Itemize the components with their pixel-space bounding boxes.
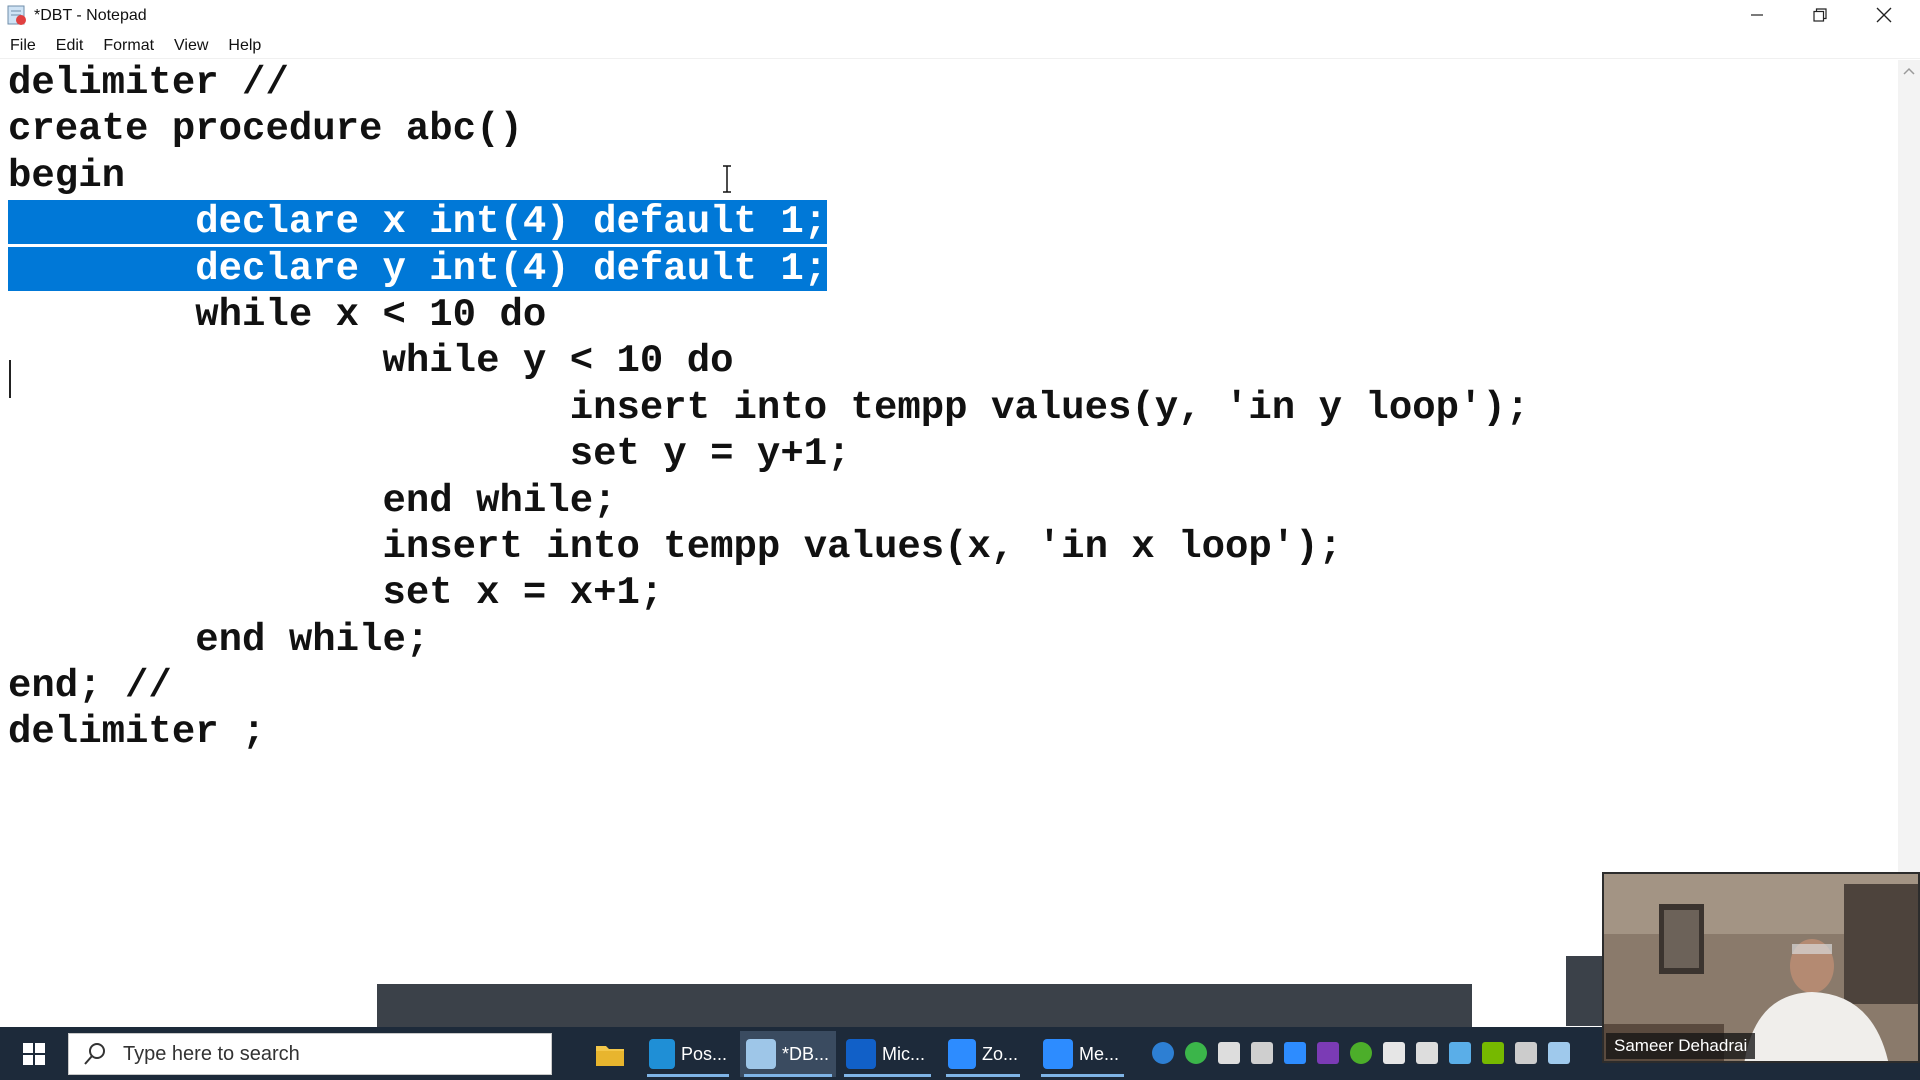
taskbar-app-label: Mic... — [882, 1043, 925, 1064]
running-indicator — [946, 1074, 1020, 1077]
code-line[interactable]: delimiter // — [8, 60, 1529, 106]
menu-bar: File Edit Format View Help — [0, 33, 1920, 59]
code-line[interactable]: declare x int(4) default 1; — [8, 199, 1529, 245]
restore-icon — [1813, 8, 1827, 22]
scroll-up-arrow-icon[interactable] — [1902, 66, 1916, 76]
running-indicator — [844, 1074, 931, 1077]
minimize-button[interactable] — [1727, 0, 1787, 30]
taskbar-app-label: Zo... — [981, 1043, 1018, 1064]
code-line-text: end while; — [8, 617, 430, 662]
zoom-icon — [948, 1039, 976, 1069]
menu-format[interactable]: Format — [103, 35, 154, 57]
nvidia-icon[interactable] — [1482, 1042, 1504, 1064]
code-line[interactable]: while x < 10 do — [8, 292, 1529, 338]
taskbar-app-zoom-meeting[interactable]: Me... — [1037, 1031, 1128, 1077]
evernote-icon[interactable] — [1350, 1042, 1372, 1064]
code-line-text: set y = y+1; — [8, 432, 851, 477]
notepad-app-icon — [7, 5, 26, 25]
participant-name-label: Sameer Dehadrai — [1606, 1033, 1756, 1059]
code-line[interactable]: end while; — [8, 617, 1529, 663]
ibeam-cursor-icon — [723, 165, 731, 193]
screen-share-toolbar-edge — [1566, 956, 1602, 1026]
search-icon — [84, 1043, 105, 1065]
taskbar-app-zoom[interactable]: Zo... — [942, 1031, 1024, 1077]
zoom-meeting-icon — [1043, 1039, 1073, 1069]
running-indicator — [1041, 1074, 1124, 1077]
onenote-icon[interactable] — [1317, 1042, 1339, 1064]
code-text[interactable]: delimiter //create procedure abc() begin … — [8, 60, 1529, 756]
edge-icon — [649, 1039, 675, 1069]
code-line[interactable]: set x = x+1; — [8, 570, 1529, 616]
code-line[interactable]: end while; — [8, 478, 1529, 524]
code-line[interactable]: insert into tempp values(x, 'in x loop')… — [8, 524, 1529, 570]
start-button[interactable] — [10, 1037, 58, 1071]
code-line[interactable]: end; // — [8, 663, 1529, 709]
restore-button[interactable] — [1790, 0, 1850, 30]
code-line-text: delimiter // — [8, 61, 289, 105]
code-line-text: end; // — [8, 664, 172, 709]
code-line-text: begin — [8, 153, 126, 198]
code-line-text: insert into tempp values(y, 'in y loop')… — [8, 385, 1530, 430]
text-caret — [9, 360, 11, 398]
code-line-text: while x < 10 do — [8, 292, 547, 337]
taskbar-search-box[interactable]: Type here to search — [68, 1033, 552, 1075]
minimize-icon — [1751, 14, 1763, 16]
code-line[interactable]: create procedure abc() — [8, 106, 1529, 152]
check-icon[interactable] — [1185, 1042, 1207, 1064]
code-line[interactable]: delimiter ; — [8, 709, 1529, 755]
selected-code-text: declare x int(4) default 1; — [8, 200, 828, 245]
webcam-video-thumbnail[interactable]: Sameer Dehadrai — [1602, 872, 1920, 1063]
code-line[interactable]: while y < 10 do — [8, 338, 1529, 384]
windows-logo-icon — [23, 1043, 45, 1065]
pen-icon[interactable] — [1548, 1042, 1570, 1064]
bluetooth-icon[interactable] — [1449, 1042, 1471, 1064]
selected-code-text: declare y int(4) default 1; — [8, 246, 828, 291]
code-line[interactable]: insert into tempp values(y, 'in y loop')… — [8, 385, 1530, 431]
running-indicator — [647, 1074, 729, 1077]
code-line[interactable]: set y = y+1; — [8, 431, 1529, 477]
taskbar-app-notepad[interactable]: *DB... — [740, 1031, 836, 1077]
menu-help[interactable]: Help — [228, 35, 261, 57]
taskbar-app-label: *DB... — [782, 1043, 830, 1064]
help-icon[interactable] — [1152, 1042, 1174, 1064]
taskbar-app-whiteboard[interactable]: Mic... — [840, 1031, 935, 1077]
wifi-icon[interactable] — [1416, 1042, 1438, 1064]
menu-edit[interactable]: Edit — [56, 35, 84, 57]
code-line-text: delimiter ; — [8, 710, 266, 755]
code-line-text: insert into tempp values(x, 'in x loop')… — [8, 524, 1343, 569]
microphone-icon[interactable] — [1218, 1042, 1240, 1064]
folder-icon[interactable] — [1251, 1042, 1273, 1064]
security-icon[interactable] — [1383, 1042, 1405, 1064]
notepad-icon — [746, 1039, 776, 1069]
close-icon — [1876, 7, 1892, 23]
code-line-text: end while; — [8, 478, 617, 523]
taskbar-app-edge[interactable]: Pos... — [643, 1031, 733, 1077]
title-bar: *DBT - Notepad — [0, 0, 1920, 32]
taskbar-app-label: Pos... — [680, 1043, 727, 1064]
folder-icon — [596, 1046, 624, 1066]
code-line-text: while y < 10 do — [8, 339, 734, 384]
zoom-tray-icon[interactable] — [1284, 1042, 1306, 1064]
code-line-text: set x = x+1; — [8, 571, 664, 616]
window-title: *DBT - Notepad — [34, 7, 147, 24]
screen-share-toolbar-strip — [377, 984, 1472, 1027]
search-placeholder: Type here to search — [123, 1042, 300, 1065]
close-button[interactable] — [1854, 0, 1914, 30]
code-line[interactable]: declare y int(4) default 1; — [8, 246, 1529, 292]
running-indicator — [744, 1074, 832, 1077]
code-line[interactable]: begin — [8, 153, 1529, 199]
code-line-text: create procedure abc() — [8, 107, 523, 152]
menu-view[interactable]: View — [174, 35, 208, 57]
tablet-icon[interactable] — [1515, 1042, 1537, 1064]
menu-file[interactable]: File — [10, 35, 36, 57]
taskbar-file-explorer[interactable] — [588, 1031, 632, 1077]
whiteboard-icon — [846, 1039, 876, 1069]
taskbar-app-label: Me... — [1079, 1043, 1120, 1064]
